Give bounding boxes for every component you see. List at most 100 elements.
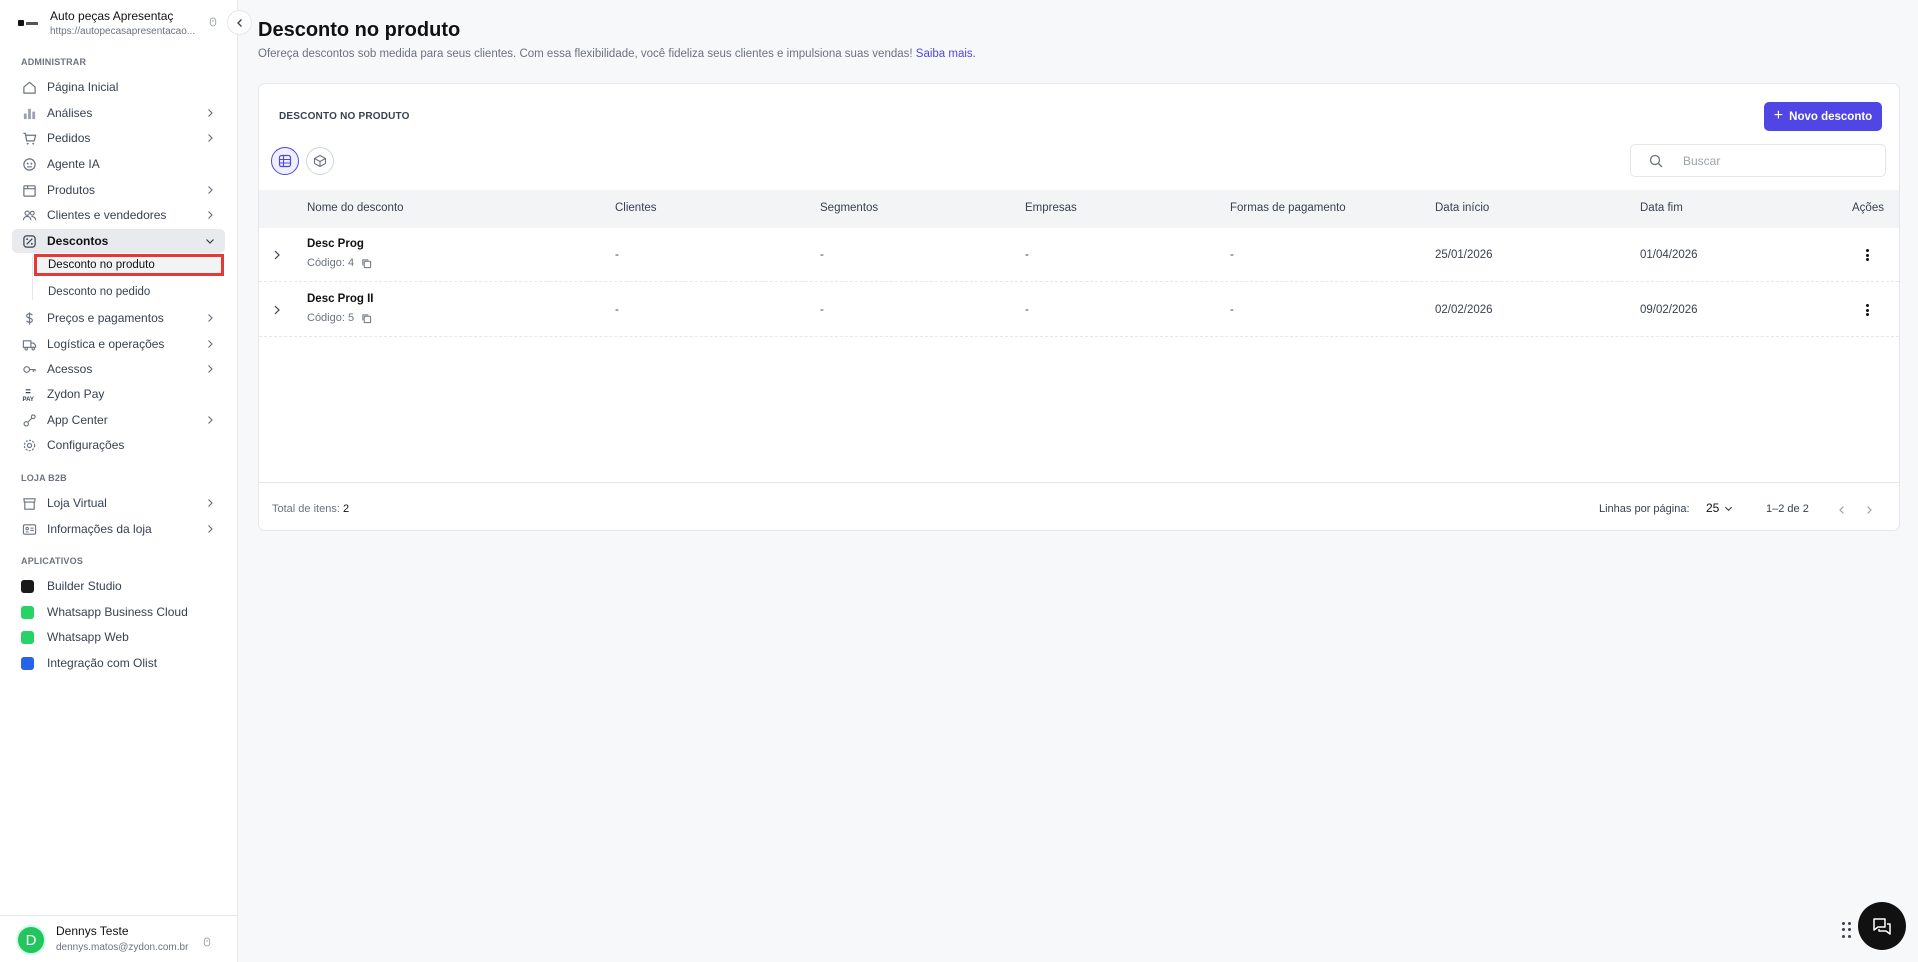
column-header-clientes[interactable]: Clientes (615, 202, 657, 214)
table-icon (278, 154, 292, 168)
cell-clientes: - (615, 249, 619, 261)
sidebar-item-label: Agente IA (47, 157, 100, 171)
new-discount-button[interactable]: + Novo desconto (1764, 102, 1882, 131)
table-row[interactable]: Desc Prog Código: 4 - - - - 25/01/2026 0… (259, 228, 1899, 282)
column-header-data-fim[interactable]: Data fim (1640, 202, 1683, 214)
product-view-button[interactable] (306, 147, 334, 175)
discount-name: Desc Prog II (307, 293, 374, 305)
chevron-down-icon (1725, 506, 1733, 511)
sidebar-app-whatsapp-web[interactable]: Whatsapp Web (12, 625, 225, 649)
store-settings-icon[interactable] (209, 16, 221, 30)
user-email: dennys.matos@zydon.com.br (56, 942, 189, 953)
chevron-right-icon (208, 109, 213, 117)
svg-text:PAY: PAY (22, 396, 34, 402)
total-items-label: Total de itens: (272, 503, 340, 515)
cell-segmentos: - (820, 249, 824, 261)
sidebar-item-label: Zydon Pay (47, 387, 105, 401)
chevron-left-icon (236, 18, 242, 27)
pagination-range: 1–2 de 2 (1766, 503, 1809, 515)
sidebar-item-configuracoes[interactable]: Configurações (12, 433, 225, 457)
home-icon (21, 79, 37, 95)
learn-more-link[interactable]: Saiba mais. (916, 48, 976, 60)
row-actions-kebab-icon[interactable] (1860, 247, 1874, 263)
sidebar-item-label: Configurações (47, 438, 125, 452)
sidebar-subitem-label: Desconto no pedido (48, 286, 151, 298)
table-row[interactable]: Desc Prog II Código: 5 - - - - 02/02/202… (259, 283, 1899, 337)
sidebar-item-app-center[interactable]: App Center (12, 408, 225, 432)
sidebar-item-agente-ia[interactable]: Agente IA (12, 152, 225, 176)
sidebar-item-descontos[interactable]: Descontos (12, 229, 225, 253)
total-items: Total de itens: 2 (272, 503, 349, 515)
section-title-loja: LOJA B2B (21, 473, 67, 483)
discount-table-card: DESCONTO NO PRODUTO + Novo desconto Nome… (258, 83, 1900, 531)
sidebar-item-label: Pedidos (47, 131, 91, 145)
cell-data-fim: 01/04/2026 (1640, 249, 1698, 261)
chevron-right-icon (208, 211, 213, 219)
drag-handle-icon[interactable] (1842, 922, 1852, 938)
sidebar-item-clientes[interactable]: Clientes e vendedores (12, 203, 225, 227)
column-header-data-inicio[interactable]: Data início (1435, 202, 1489, 214)
search-input[interactable] (1683, 153, 1873, 168)
column-header-formas[interactable]: Formas de pagamento (1230, 202, 1346, 214)
column-header-empresas[interactable]: Empresas (1025, 202, 1077, 214)
sidebar-item-analises[interactable]: Análises (12, 101, 225, 125)
sidebar-item-label: Loja Virtual (47, 496, 107, 510)
chevron-right-icon[interactable] (271, 249, 283, 261)
new-discount-label: Novo desconto (1789, 110, 1873, 123)
chat-support-button[interactable] (1858, 902, 1906, 950)
sidebar-item-acessos[interactable]: Acessos (12, 357, 225, 381)
page-title: Desconto no produto (258, 19, 461, 41)
page-description-text: Ofereça descontos sob medida para seus c… (258, 48, 913, 60)
previous-page-button[interactable] (1837, 502, 1849, 514)
sidebar-item-label: Informações da loja (47, 522, 152, 536)
column-header-nome[interactable]: Nome do desconto (307, 202, 404, 214)
discount-code-text: Código: 4 (307, 257, 355, 269)
sidebar-item-informacoes-loja[interactable]: Informações da loja (12, 517, 225, 541)
cell-empresas: - (1025, 249, 1029, 261)
chevron-right-icon (208, 416, 213, 424)
copy-icon[interactable] (361, 258, 372, 269)
sidebar-subitem-desconto-pedido[interactable]: Desconto no pedido (34, 281, 224, 303)
column-header-acoes: Ações (1852, 202, 1884, 214)
copy-icon[interactable] (361, 313, 372, 324)
chevron-right-icon (208, 314, 213, 322)
truck-icon (21, 336, 37, 352)
info-card-icon (21, 521, 37, 537)
row-actions-kebab-icon[interactable] (1860, 302, 1874, 318)
rows-per-page-select[interactable]: 25 (1706, 501, 1733, 515)
discount-code: Código: 5 (307, 312, 372, 324)
sidebar-item-zydon-pay[interactable]: PAY Zydon Pay (12, 382, 225, 406)
user-settings-icon[interactable] (203, 936, 211, 951)
next-page-button[interactable] (1864, 502, 1876, 514)
chevron-right-icon[interactable] (271, 304, 283, 316)
store-icon (21, 495, 37, 511)
store-url: https://autopecasapresentacao... (50, 26, 196, 37)
store-switcher[interactable]: Auto peças Apresentaç https://autopecasa… (0, 0, 238, 46)
column-header-segmentos[interactable]: Segmentos (820, 202, 878, 214)
sidebar-app-olist[interactable]: Integração com Olist (12, 651, 225, 675)
box-icon (21, 182, 37, 198)
chevron-down-icon (206, 239, 214, 244)
table-view-button[interactable] (271, 147, 299, 175)
sidebar-subitem-desconto-produto[interactable]: Desconto no produto (34, 254, 224, 276)
sidebar-item-precos[interactable]: Preços e pagamentos (12, 306, 225, 330)
collapse-sidebar-button[interactable] (227, 10, 252, 35)
user-profile[interactable]: D Dennys Teste dennys.matos@zydon.com.br (0, 915, 238, 962)
table-header: Nome do desconto Clientes Segmentos Empr… (259, 190, 1899, 228)
sidebar-item-logistica[interactable]: Logística e operações (12, 332, 225, 356)
sidebar-item-loja-virtual[interactable]: Loja Virtual (12, 491, 225, 515)
sidebar-app-whatsapp-business[interactable]: Whatsapp Business Cloud (12, 600, 225, 624)
search-box[interactable] (1630, 144, 1886, 177)
sidebar-item-label: Produtos (47, 183, 96, 197)
sidebar-item-produtos[interactable]: Produtos (12, 178, 225, 202)
rows-per-page-label: Linhas por página: (1599, 503, 1690, 515)
cell-empresas: - (1025, 304, 1029, 316)
gear-icon (21, 437, 37, 453)
sidebar-item-pedidos[interactable]: Pedidos (12, 126, 225, 150)
sidebar-app-label: Whatsapp Web (47, 630, 129, 644)
discount-code: Código: 4 (307, 257, 372, 269)
user-name: Dennys Teste (56, 924, 129, 938)
key-icon (21, 361, 37, 377)
sidebar-item-home[interactable]: Página Inicial (12, 75, 225, 99)
sidebar-app-builder-studio[interactable]: Builder Studio (12, 574, 225, 598)
